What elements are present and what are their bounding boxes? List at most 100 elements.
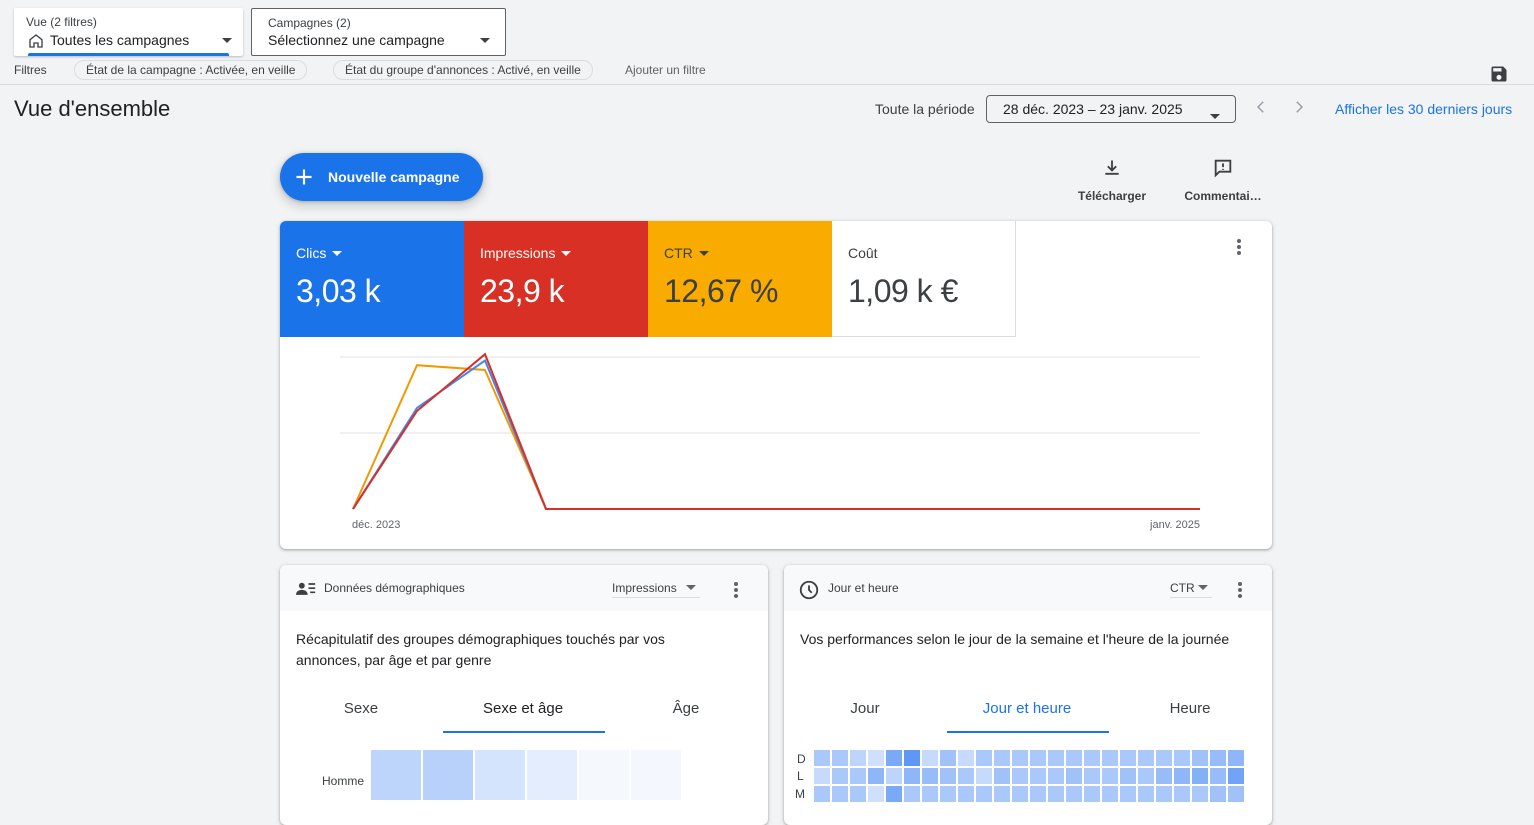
heatmap-cell[interactable] [1210,768,1226,784]
heatmap-cell[interactable] [1138,768,1154,784]
heatmap-cell[interactable] [1174,786,1190,802]
heatmap-cell[interactable] [904,750,920,766]
heatmap-cell[interactable] [1084,786,1100,802]
dayhour-metric-select[interactable]: CTR [1170,579,1212,598]
metric-cost[interactable]: Coût 1,09 k € [832,221,1016,337]
heatmap-cell[interactable] [1138,750,1154,766]
heatmap-cell[interactable] [1012,786,1028,802]
heatmap-cell[interactable] [814,750,830,766]
heatmap-cell[interactable] [1048,768,1064,784]
demographics-metric-select[interactable]: Impressions [612,579,700,598]
metric-clicks[interactable]: Clics 3,03 k [280,221,464,337]
heatmap-cell[interactable] [886,750,902,766]
heatmap-cell[interactable] [631,750,681,800]
heatmap-cell[interactable] [423,750,473,800]
date-range-picker[interactable]: 28 déc. 2023 – 23 janv. 2025 [986,95,1236,123]
heatmap-cell[interactable] [1192,786,1208,802]
heatmap-cell[interactable] [1228,750,1244,766]
heatmap-cell[interactable] [1066,768,1082,784]
heatmap-cell[interactable] [1210,750,1226,766]
heatmap-cell[interactable] [1156,786,1172,802]
last-30-days-link[interactable]: Afficher les 30 derniers jours [1335,101,1512,117]
heatmap-cell[interactable] [1228,768,1244,784]
heatmap-cell[interactable] [1102,786,1118,802]
more-options-icon[interactable] [1237,239,1241,257]
heatmap-cell[interactable] [868,768,884,784]
heatmap-cell[interactable] [371,750,421,800]
metric-ctr[interactable]: CTR 12,67 % [648,221,832,337]
heatmap-cell[interactable] [994,768,1010,784]
heatmap-cell[interactable] [1174,750,1190,766]
download-button[interactable]: Télécharger [1072,155,1152,203]
heatmap-cell[interactable] [832,768,848,784]
heatmap-cell[interactable] [1012,750,1028,766]
heatmap-cell[interactable] [1228,786,1244,802]
heatmap-cell[interactable] [1030,786,1046,802]
heatmap-cell[interactable] [1048,750,1064,766]
heatmap-cell[interactable] [475,750,525,800]
heatmap-cell[interactable] [868,786,884,802]
heatmap-cell[interactable] [1102,750,1118,766]
heatmap-cell[interactable] [1102,768,1118,784]
heatmap-cell[interactable] [1156,750,1172,766]
chevron-left-icon[interactable] [1252,98,1270,116]
heatmap-cell[interactable] [1066,750,1082,766]
heatmap-cell[interactable] [1138,786,1154,802]
heatmap-cell[interactable] [976,786,992,802]
heatmap-cell[interactable] [1120,768,1136,784]
heatmap-cell[interactable] [850,768,866,784]
heatmap-cell[interactable] [1156,768,1172,784]
heatmap-cell[interactable] [886,768,902,784]
heatmap-cell[interactable] [976,768,992,784]
heatmap-cell[interactable] [850,750,866,766]
tab-jour-et-heure[interactable]: Jour et heure [946,700,1108,717]
metric-impressions[interactable]: Impressions 23,9 k [464,221,648,337]
heatmap-cell[interactable] [579,750,629,800]
heatmap-cell[interactable] [904,768,920,784]
heatmap-cell[interactable] [1210,786,1226,802]
save-icon[interactable] [1489,64,1509,84]
heatmap-cell[interactable] [1192,768,1208,784]
heatmap-cell[interactable] [886,786,902,802]
add-filter-button[interactable]: Ajouter un filtre [625,63,706,77]
heatmap-cell[interactable] [1030,768,1046,784]
heatmap-cell[interactable] [940,768,956,784]
heatmap-cell[interactable] [976,750,992,766]
heatmap-cell[interactable] [1066,786,1082,802]
heatmap-cell[interactable] [940,750,956,766]
heatmap-cell[interactable] [1048,786,1064,802]
heatmap-cell[interactable] [1192,750,1208,766]
heatmap-cell[interactable] [994,750,1010,766]
heatmap-cell[interactable] [994,786,1010,802]
heatmap-cell[interactable] [922,786,938,802]
heatmap-cell[interactable] [814,786,830,802]
heatmap-cell[interactable] [904,786,920,802]
heatmap-cell[interactable] [832,750,848,766]
heatmap-cell[interactable] [1174,768,1190,784]
heatmap-cell[interactable] [1030,750,1046,766]
heatmap-cell[interactable] [958,768,974,784]
heatmap-cell[interactable] [1084,750,1100,766]
tab-sexe[interactable]: Sexe [280,700,442,717]
chevron-right-icon[interactable] [1290,98,1308,116]
tab-sexe-et-age[interactable]: Sexe et âge [442,700,604,717]
tab-heure[interactable]: Heure [1108,700,1272,717]
heatmap-cell[interactable] [958,786,974,802]
heatmap-cell[interactable] [832,786,848,802]
heatmap-cell[interactable] [850,786,866,802]
filter-chip-adgroup-state[interactable]: État du groupe d'annonces : Activé, en v… [333,60,593,80]
heatmap-cell[interactable] [958,750,974,766]
heatmap-cell[interactable] [1012,768,1028,784]
more-options-icon[interactable] [734,582,738,600]
heatmap-cell[interactable] [527,750,577,800]
filter-chip-campaign-state[interactable]: État de la campagne : Activée, en veille [74,60,308,80]
heatmap-cell[interactable] [940,786,956,802]
comments-button[interactable]: Commentai… [1180,155,1266,203]
heatmap-cell[interactable] [922,750,938,766]
more-options-icon[interactable] [1238,582,1242,600]
heatmap-cell[interactable] [1120,786,1136,802]
new-campaign-button[interactable]: Nouvelle campagne [280,153,483,201]
tab-age[interactable]: Âge [604,700,768,717]
heatmap-cell[interactable] [922,768,938,784]
heatmap-cell[interactable] [814,768,830,784]
